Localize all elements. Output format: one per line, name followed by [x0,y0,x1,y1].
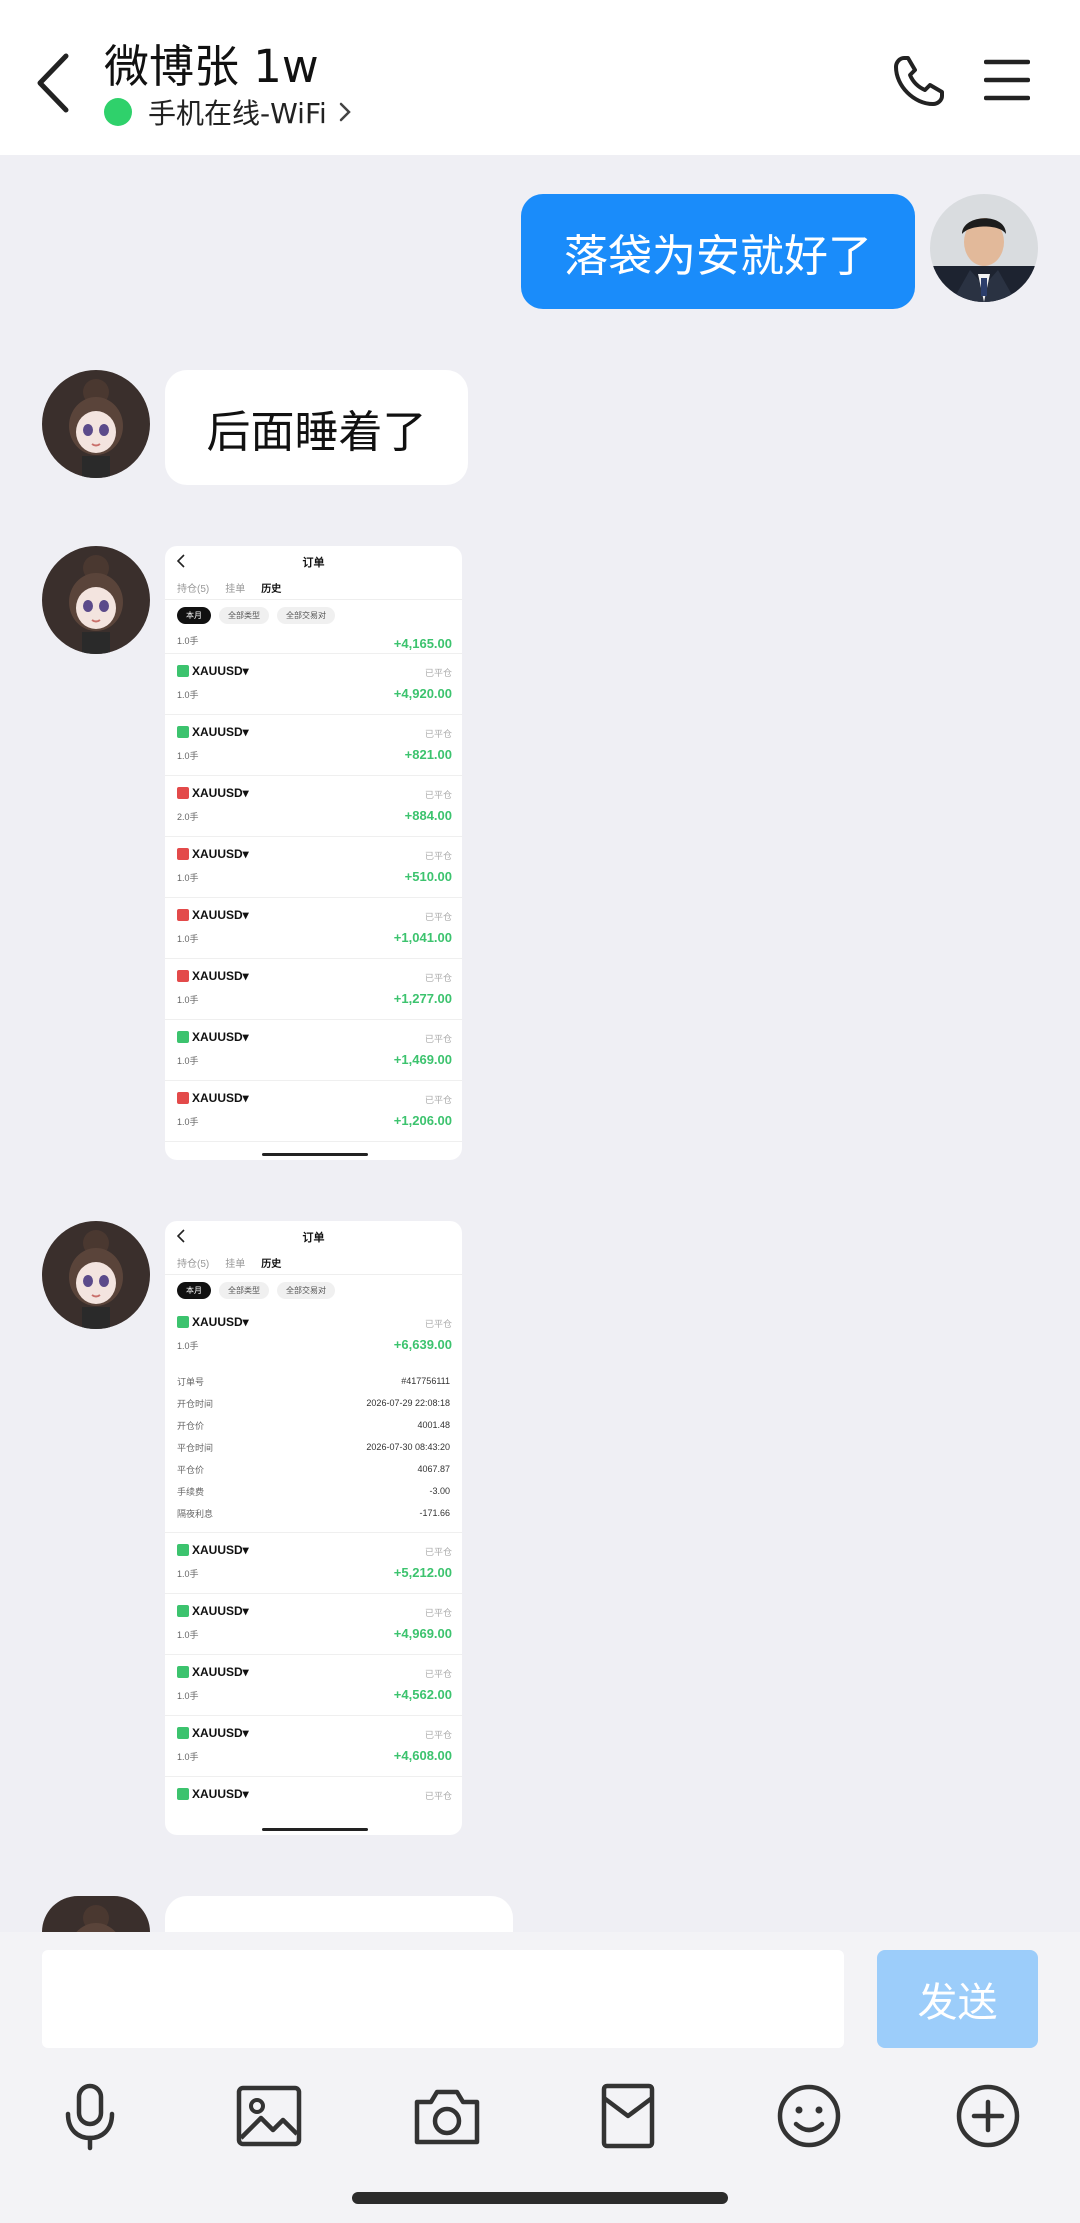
message-text: 后面睡着了 [206,406,427,458]
buy-tag-icon [177,1727,189,1739]
order-list: XAUUSD ▾ 1.0手 已平仓 +4,920.00 XAUUSD ▾ 1.0手 已平仓 +82… [165,654,462,1142]
order-row: XAUUSD ▾ 已平仓 [165,1777,462,1835]
tab-positions: 持仓(5) [177,1259,210,1270]
detail-line: 开仓价 4001.48 [177,1420,450,1431]
orders-title: 订单 [302,1232,325,1244]
detail-line: 开仓时间 2026-07-29 22:08:18 [177,1398,450,1409]
order-row: XAUUSD ▾ 2.0手 已平仓 +884.00 [165,776,462,837]
sell-tag-icon [177,1092,189,1104]
filter-month: 本月 [177,606,211,624]
image-message-orders[interactable]: 订单 持仓(5) 挂单 历史 本月 全部类型 全部交易对 XAUUSD ▾ 1.0… [165,1221,462,1835]
girl-avatar-icon [42,546,150,654]
tab-positions: 持仓(5) [177,584,210,595]
incoming-message[interactable]: 后面睡着了 [165,370,468,485]
camera-icon[interactable] [411,2080,483,2152]
detail-line: 平仓价 4067.87 [177,1464,450,1475]
buy-tag-icon [177,1316,189,1328]
order-row: XAUUSD ▾ 1.0手 已平仓 +4,608.00 [165,1716,462,1777]
buy-tag-icon [177,1788,189,1800]
online-status[interactable]: 手机在线-WiFi [104,92,353,132]
red-packet-icon[interactable] [592,2080,664,2152]
filter-pair: 全部交易对 [277,606,335,624]
sell-tag-icon [177,909,189,921]
orders-title: 订单 [302,557,325,569]
menu-icon[interactable] [984,58,1030,102]
home-indicator [262,1153,368,1156]
image-message-orders[interactable]: 订单 持仓(5) 挂单 历史 本月 全部类型 全部交易对 1.0手 +4,165… [165,546,462,1160]
outgoing-message[interactable]: 落袋为安就好了 [521,194,915,309]
order-row: XAUUSD ▾ 1.0手 已平仓 +821.00 [165,715,462,776]
order-row: XAUUSD ▾ 1.0手 已平仓 +510.00 [165,837,462,898]
order-row: XAUUSD ▾ 1.0手 已平仓 +1,469.00 [165,1020,462,1081]
contact-avatar[interactable] [42,1221,150,1329]
send-button[interactable]: 发送 [877,1950,1038,2048]
order-row: XAUUSD ▾ 1.0手 已平仓 +4,920.00 [165,654,462,715]
tab-history: 历史 [261,584,282,595]
chevron-right-icon [339,102,351,122]
contact-avatar[interactable] [42,1896,150,1932]
girl-avatar-icon [42,1221,150,1329]
home-indicator [352,2192,728,2204]
order-list: XAUUSD ▾ 1.0手 已平仓 +5,212.00 XAUUSD ▾ 1.0手 已平仓 +4,… [165,1533,462,1835]
plus-icon[interactable] [952,2080,1024,2152]
buy-tag-icon [177,665,189,677]
filter-type: 全部类型 [219,606,269,624]
order-row: XAUUSD ▾ 1.0手 已平仓 +4,969.00 [165,1594,462,1655]
buy-tag-icon [177,726,189,738]
detail-line: 隔夜利息 -171.66 [177,1508,450,1519]
microphone-icon[interactable] [54,2080,126,2152]
order-row: XAUUSD ▾ 1.0手 已平仓 +5,212.00 [165,1533,462,1594]
filter-type: 全部类型 [219,1281,269,1299]
tab-pending: 挂单 [225,1259,246,1270]
order-row: XAUUSD ▾ 1.0手 已平仓 +1,277.00 [165,959,462,1020]
order-row: XAUUSD ▾ 1.0手 已平仓 +1,041.00 [165,898,462,959]
sell-tag-icon [177,970,189,982]
online-dot-icon [104,98,132,126]
contact-avatar[interactable] [42,546,150,654]
girl-avatar-icon [42,370,150,478]
image-icon[interactable] [233,2080,305,2152]
buy-tag-icon [177,1666,189,1678]
buy-tag-icon [177,1544,189,1556]
sell-tag-icon [177,848,189,860]
order-row-partial: 1.0手 +4,165.00 [165,630,462,654]
order-details: 订单号 #417756111 开仓时间 2026-07-29 22:08:18 开仓价 4… [165,1366,462,1533]
order-row: XAUUSD ▾ 1.0手 已平仓 +1,206.00 [165,1081,462,1142]
detail-line: 订单号 #417756111 [177,1376,450,1387]
buy-tag-icon [177,1605,189,1617]
order-row: XAUUSD ▾ 1.0手 已平仓 +4,562.00 [165,1655,462,1716]
back-icon[interactable] [28,48,78,118]
filter-pair: 全部交易对 [277,1281,335,1299]
tab-pending: 挂单 [225,584,246,595]
contact-name[interactable]: 微博张 1w [104,30,319,95]
chat-header: 微博张 1w 手机在线-WiFi [0,0,1080,155]
girl-avatar-icon [42,1896,150,1932]
detail-line: 平仓时间 2026-07-30 08:43:20 [177,1442,450,1453]
contact-avatar[interactable] [42,370,150,478]
online-status-label: 手机在线-WiFi [148,97,327,130]
incoming-message-partial[interactable] [165,1896,513,1932]
phone-icon[interactable] [888,52,948,112]
buy-tag-icon [177,1031,189,1043]
message-input[interactable] [42,1950,844,2048]
my-avatar[interactable] [930,194,1038,302]
home-indicator [262,1828,368,1831]
emoji-icon[interactable] [773,2080,845,2152]
sell-tag-icon [177,787,189,799]
tab-history: 历史 [261,1259,282,1270]
input-bar: 发送 [0,1932,1080,2223]
detail-line: 手续费 -3.00 [177,1486,450,1497]
message-text: 落袋为安就好了 [564,230,872,282]
filter-month: 本月 [177,1281,211,1299]
order-row: XAUUSD ▾ 1.0手 已平仓 +6,639.00 [177,1315,452,1352]
